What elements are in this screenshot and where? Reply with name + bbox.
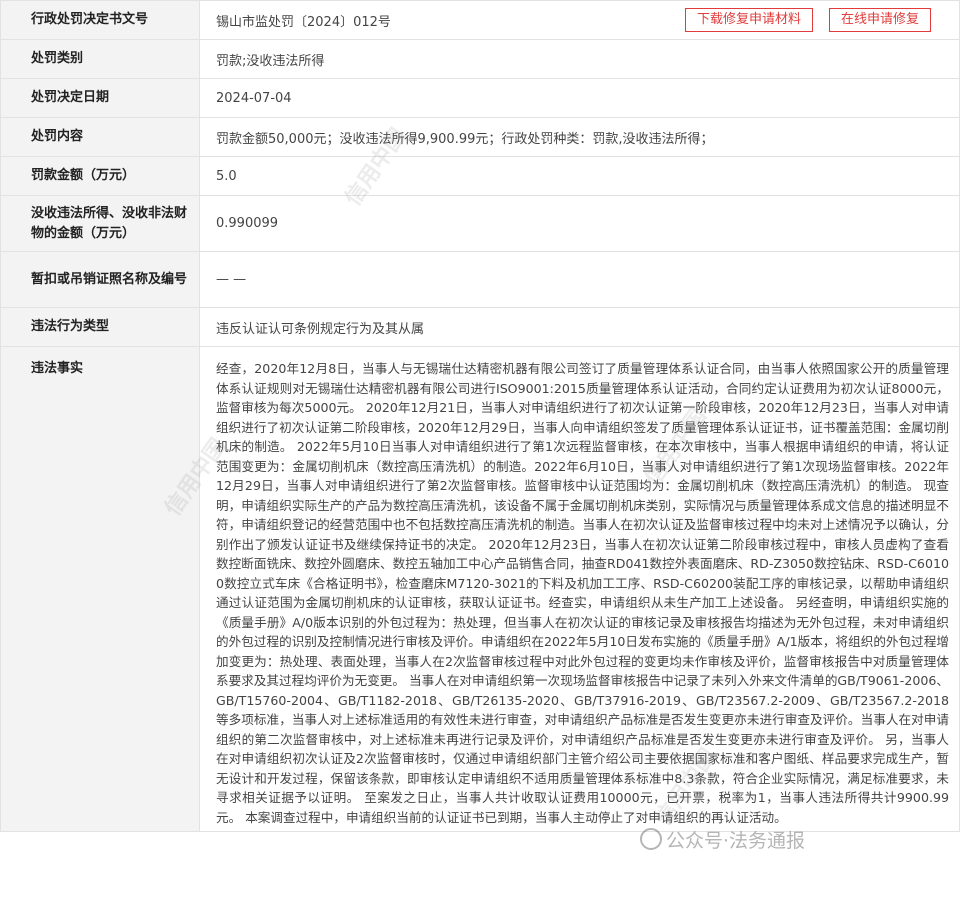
row-fine-amount: 罚款金额（万元） 5.0 bbox=[0, 156, 960, 196]
row-violation-facts: 违法事实 经查，2020年12月8日，当事人与无锡瑞仕达精密机器有限公司签订了质… bbox=[0, 346, 960, 832]
label-violation-facts: 违法事实 bbox=[0, 346, 200, 832]
value-violation-facts: 经查，2020年12月8日，当事人与无锡瑞仕达精密机器有限公司签订了质量管理体系… bbox=[199, 346, 960, 832]
value-confiscation-amount: 0.990099 bbox=[199, 195, 960, 252]
value-decision-date: 2024-07-04 bbox=[199, 78, 960, 118]
value-license-revoked: — — bbox=[199, 251, 960, 308]
value-violation-type: 违反认证认可条例规定行为及其从属 bbox=[199, 307, 960, 347]
label-penalty-content: 处罚内容 bbox=[0, 117, 200, 157]
brand-overlay-text: 公众号·法务通报 bbox=[666, 830, 806, 852]
document-number-value: 锡山市监处罚〔2024〕012号 bbox=[216, 14, 391, 30]
online-repair-application-button[interactable]: 在线申请修复 bbox=[828, 8, 931, 32]
repair-button-group: 下载修复申请材料 在线申请修复 bbox=[684, 8, 931, 32]
label-violation-type: 违法行为类型 bbox=[0, 307, 200, 347]
label-license-revoked: 暂扣或吊销证照名称及编号 bbox=[0, 251, 200, 308]
row-license-revoked: 暂扣或吊销证照名称及编号 — — bbox=[0, 251, 960, 308]
download-repair-materials-button[interactable]: 下载修复申请材料 bbox=[684, 8, 813, 32]
label-confiscation-amount: 没收违法所得、没收非法财物的金额（万元） bbox=[0, 195, 200, 252]
value-penalty-type: 罚款;没收违法所得 bbox=[199, 39, 960, 79]
label-decision-date: 处罚决定日期 bbox=[0, 78, 200, 118]
row-confiscation-amount: 没收违法所得、没收非法财物的金额（万元） 0.990099 bbox=[0, 195, 960, 252]
label-fine-amount: 罚款金额（万元） bbox=[0, 156, 200, 196]
row-violation-type: 违法行为类型 违反认证认可条例规定行为及其从属 bbox=[0, 307, 960, 347]
row-decision-date: 处罚决定日期 2024-07-04 bbox=[0, 78, 960, 118]
label-penalty-type: 处罚类别 bbox=[0, 39, 200, 79]
row-penalty-type: 处罚类别 罚款;没收违法所得 bbox=[0, 39, 960, 79]
value-fine-amount: 5.0 bbox=[199, 156, 960, 196]
value-document-number-cell: 锡山市监处罚〔2024〕012号 下载修复申请材料 在线申请修复 bbox=[199, 0, 960, 40]
value-penalty-content: 罚款金额50,000元；没收违法所得9,900.99元；行政处罚种类：罚款,没收… bbox=[199, 117, 960, 157]
label-document-number: 行政处罚决定书文号 bbox=[0, 0, 200, 40]
row-document-number: 行政处罚决定书文号 锡山市监处罚〔2024〕012号 下载修复申请材料 在线申请… bbox=[0, 0, 960, 40]
penalty-info-table: 行政处罚决定书文号 锡山市监处罚〔2024〕012号 下载修复申请材料 在线申请… bbox=[0, 0, 960, 832]
row-penalty-content: 处罚内容 罚款金额50,000元；没收违法所得9,900.99元；行政处罚种类：… bbox=[0, 117, 960, 157]
